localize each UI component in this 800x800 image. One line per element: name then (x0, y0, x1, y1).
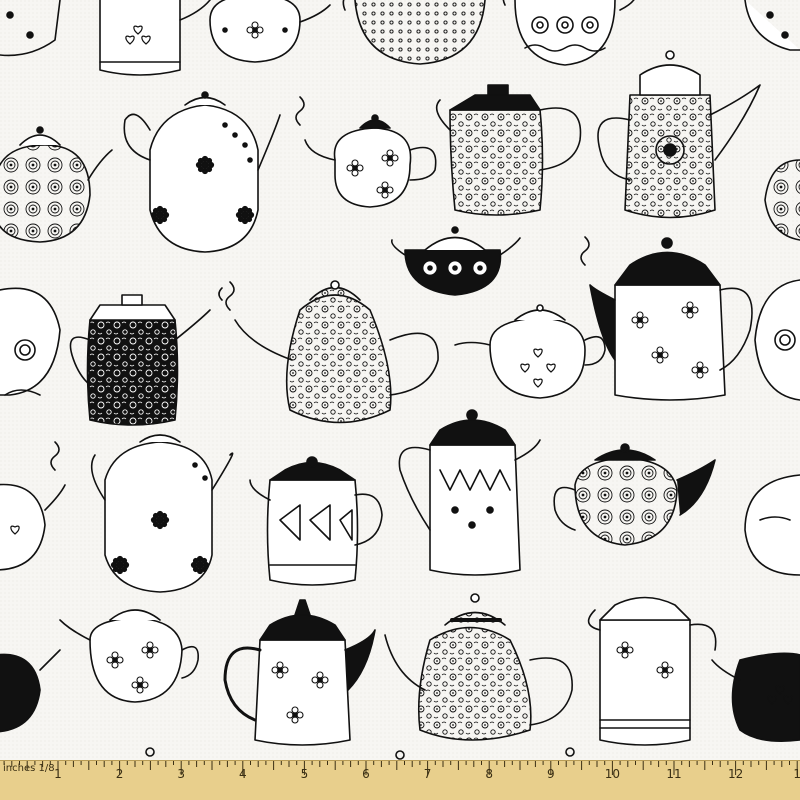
ruler-number: 4 (239, 767, 247, 781)
ruler-number: 7 (424, 767, 432, 781)
ruler-number: 3 (177, 767, 185, 781)
ruler-number: 10 (605, 767, 620, 781)
ruler-number: 8 (485, 767, 493, 781)
fabric-swatch: inches 1/8 1 2 3 4 5 6 7 8 9 10 11 12 1 (0, 0, 800, 800)
ruler-ticks: 1 2 3 4 5 6 7 8 9 10 11 12 1 (3, 761, 800, 781)
ruler-number: 5 (301, 767, 309, 781)
ruler-number: 9 (547, 767, 555, 781)
ruler-number: 6 (362, 767, 370, 781)
ruler-number: 12 (728, 767, 743, 781)
measuring-ruler: inches 1/8 1 2 3 4 5 6 7 8 9 10 11 12 1 (0, 760, 800, 800)
ruler-number: 1 (54, 767, 62, 781)
ruler-number: 2 (116, 767, 124, 781)
teapot-pattern (0, 0, 800, 760)
ruler-number: 1 (793, 767, 800, 781)
ruler-number: 11 (666, 767, 681, 781)
